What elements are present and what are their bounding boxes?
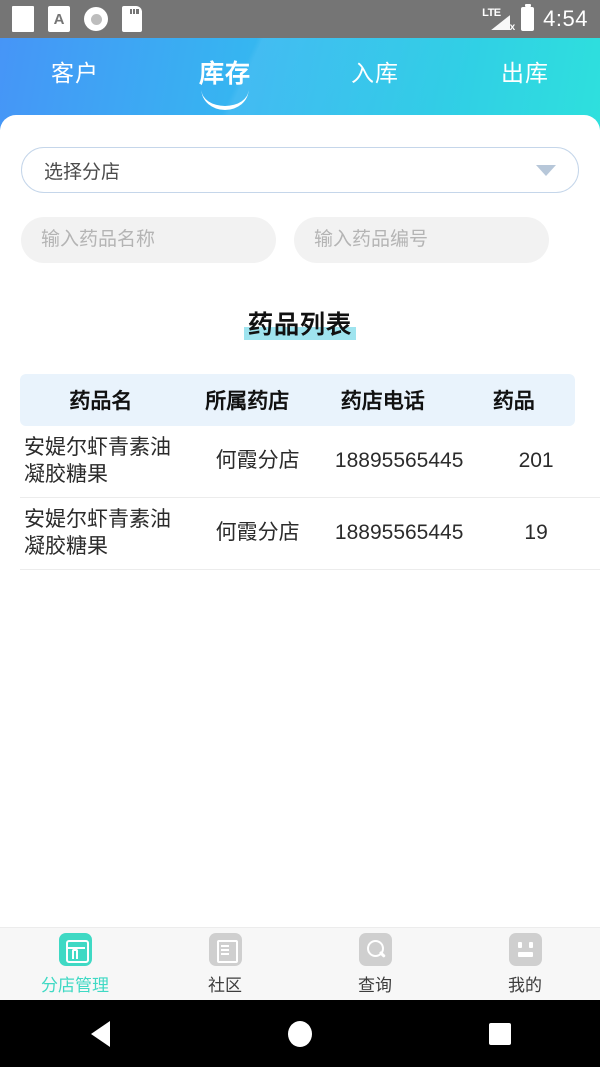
profile-face-icon [508,932,542,966]
cell-phone: 18895565445 [334,521,464,545]
status-bar-clock: 4:54 [543,6,588,31]
column-header-store: 所属药店 [205,390,290,413]
android-home-button[interactable] [200,1020,400,1047]
branch-select[interactable]: 选择分店 [21,147,579,193]
cell-drug-name: 安媞尔虾青素油凝胶糖果 [24,435,171,486]
bottom-navigation: 分店管理 社区 查询 我的 [0,927,600,1000]
recents-icon [489,1022,511,1045]
column-header-phone: 药店电话 [340,390,425,413]
tab-stock-out-label: 出库 [501,60,549,86]
active-tab-smile-indicator [201,90,249,110]
font-size-a-icon: A [48,6,70,32]
drug-name-input[interactable] [21,217,276,263]
network-label: LTE [482,7,501,19]
blank-page-icon [12,6,34,32]
tab-inventory-label: 库存 [198,60,251,88]
table-header-row: 药品名 所属药店 药店电话 药品 [20,374,575,426]
android-navigation-bar [0,1000,600,1067]
content-sheet: 选择分店 药品列表 药品名 所属药店 药店电话 药品 安媞尔虾青素油凝胶糖果 何… [0,115,600,927]
document-icon [208,932,242,966]
status-bar-left-icons: A [12,6,142,32]
android-back-button[interactable] [0,1020,200,1047]
chevron-down-icon [536,164,556,176]
bottom-nav-item-search[interactable]: 查询 [300,928,450,1000]
search-icon [358,932,392,966]
status-bar: A LTE x 4:54 [0,0,600,38]
tab-customers-label: 客户 [51,60,99,86]
signal-icon: LTE x [482,6,515,33]
cell-store: 何霞分店 [215,449,300,473]
section-title: 药品列表 [0,305,600,341]
bottom-nav-item-profile[interactable]: 我的 [450,928,600,1000]
column-header-drug-name: 药品名 [69,390,133,413]
bottom-nav-label: 查询 [358,975,392,995]
bottom-nav-label: 我的 [508,975,542,995]
bottom-nav-label: 社区 [208,975,242,995]
tab-stock-in-label: 入库 [351,60,399,86]
cell-drug-code: 201 [518,449,554,473]
cell-phone: 18895565445 [334,449,464,473]
cell-store: 何霞分店 [215,521,300,545]
home-icon [288,1020,312,1047]
branch-select-label: 选择分店 [44,161,121,183]
bottom-nav-label: 分店管理 [41,975,109,995]
record-circle-icon [84,7,108,31]
no-service-x-icon: x [509,22,516,33]
android-recents-button[interactable] [400,1022,600,1045]
cell-drug-code: 19 [524,521,548,545]
filter-input-row [21,217,579,263]
drug-list-table: 药品名 所属药店 药店电话 药品 安媞尔虾青素油凝胶糖果 何霞分店 188955… [0,374,600,570]
cell-drug-name: 安媞尔虾青素油凝胶糖果 [24,507,171,558]
store-icon [58,932,92,966]
table-row[interactable]: 安媞尔虾青素油凝胶糖果 何霞分店 18895565445 19 [20,498,600,570]
status-bar-right-icons: LTE x 4:54 [482,4,588,33]
back-icon [90,1020,110,1047]
table-row[interactable]: 安媞尔虾青素油凝胶糖果 何霞分店 18895565445 201 [20,426,600,498]
bottom-nav-item-branch-management[interactable]: 分店管理 [0,928,150,1000]
bottom-nav-item-community[interactable]: 社区 [150,928,300,1000]
battery-icon [521,4,535,31]
sd-card-icon [122,6,142,32]
section-title-text: 药品列表 [247,311,352,339]
phone-screen: A LTE x 4:54 客户 库存 入库 出库 选择分店 输入药品名称 输入药… [0,0,600,1067]
drug-code-input[interactable] [294,217,549,263]
column-header-drug-code: 药品 [492,390,535,413]
